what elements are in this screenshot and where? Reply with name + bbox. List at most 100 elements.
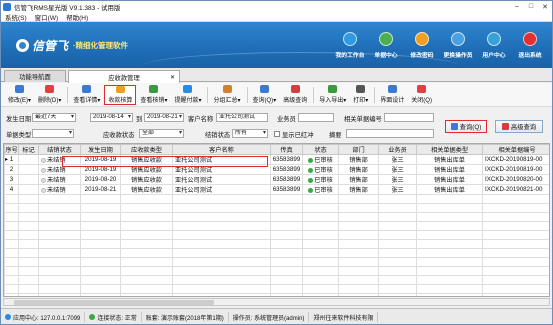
toolbar-button[interactable]: 修改(E)▾ — [5, 85, 34, 105]
ar-status-select[interactable]: 全部 — [139, 129, 184, 138]
toolbar-icon — [417, 85, 427, 93]
tab-function-nav[interactable]: 功能导航面 — [4, 70, 66, 82]
toolbar-button[interactable]: 导入导出▾ — [316, 85, 349, 105]
cell-value: IXCKD-20190819-00 — [485, 166, 543, 173]
customer-input[interactable]: 亚托公司测试 — [216, 113, 268, 122]
cell-value: 销售应收款 — [131, 187, 162, 194]
empty-cell — [482, 248, 549, 258]
table-cell: 2019-08-21 — [80, 184, 121, 195]
writeoff-select[interactable]: 所有 — [232, 129, 268, 138]
empty-cell — [4, 257, 19, 267]
clerk-input[interactable] — [298, 113, 334, 122]
column-header[interactable]: 发生日期 — [80, 144, 121, 155]
empty-cell — [302, 239, 339, 249]
empty-cell — [378, 257, 417, 267]
table-cell: 销售出库单 — [416, 164, 483, 175]
minimize-button[interactable]: – — [510, 3, 524, 10]
banner-nav-item[interactable]: 单据中心 — [368, 22, 404, 68]
table-cell: 3 — [4, 174, 19, 185]
column-header[interactable]: 相关单据类型 — [416, 144, 483, 155]
column-header[interactable]: 业务员 — [378, 144, 417, 155]
table-cell: ▸ 1 — [4, 154, 19, 165]
column-header[interactable]: 客户名称 — [172, 144, 271, 155]
tab-receivables[interactable]: 应收款管理 ✕ — [68, 70, 180, 83]
empty-row — [4, 275, 549, 285]
empty-cell — [38, 293, 81, 296]
empty-cell — [172, 239, 271, 249]
chevron-down-icon: ▾ — [164, 98, 168, 104]
empty-cell — [270, 230, 303, 240]
toolbar-button[interactable]: 删除(D)▾ — [35, 85, 64, 105]
date-from-input[interactable]: 2019-08-14 — [90, 113, 133, 122]
column-header[interactable]: 状态 — [302, 144, 339, 155]
banner-nav-item[interactable]: 更换操作员 — [440, 22, 476, 68]
empty-cell — [416, 284, 483, 294]
empty-cell — [18, 284, 39, 294]
query-button[interactable]: 查询(Q) — [445, 120, 487, 133]
toolbar-button[interactable]: 关闭(Q) — [408, 85, 435, 105]
column-header[interactable]: 相关单据编号 — [482, 144, 549, 155]
toolbar-button[interactable]: 查询(Q)▾ — [250, 85, 280, 105]
toolbar-button[interactable]: 查看详情▾ — [70, 85, 103, 105]
empty-cell — [338, 203, 379, 213]
toolbar-button[interactable]: 收款核算 — [104, 84, 137, 105]
toolbar-button[interactable]: 界面设计 — [377, 85, 407, 105]
doc-type-select[interactable] — [32, 129, 74, 138]
show-reversed-checkbox[interactable] — [274, 131, 280, 137]
cell-value: 销售应收款 — [131, 177, 162, 184]
toolbar-button[interactable]: 高级查询 — [280, 85, 310, 105]
empty-cell — [302, 275, 339, 285]
empty-cell — [338, 293, 379, 296]
toolbar-label: 查询(Q) — [252, 98, 274, 104]
column-header[interactable]: 部门 — [338, 144, 379, 155]
advanced-query-button[interactable]: 高级查询 — [495, 120, 543, 133]
empty-cell — [4, 194, 19, 204]
toolbar-button[interactable]: 分组汇总▾ — [210, 85, 243, 105]
empty-cell — [120, 293, 173, 296]
menu-window[interactable]: 窗口(W) — [35, 12, 58, 22]
empty-cell — [378, 221, 417, 231]
cell-value: 1 — [9, 156, 14, 163]
summary-input[interactable] — [346, 129, 434, 138]
empty-cell — [172, 293, 271, 296]
column-header[interactable]: 应收款类型 — [120, 144, 173, 155]
empty-cell — [120, 266, 173, 276]
date-to-input[interactable]: 2019-08-21 — [144, 113, 184, 122]
date-range-select[interactable]: 最近7天 — [32, 113, 76, 122]
column-header[interactable]: 结销状态 — [38, 144, 81, 155]
empty-cell — [4, 221, 19, 231]
empty-cell — [80, 293, 121, 296]
column-header[interactable]: 传真 — [270, 144, 303, 155]
menu-system[interactable]: 系统(S) — [5, 12, 27, 22]
table-header-row: 序号 标记 结销状态 发生日期 应收款类型 客户名称 传真 状态 部门 业务员 相关单据类型 相关单据… — [4, 144, 549, 155]
ref-no-input[interactable] — [384, 113, 434, 122]
banner-nav-item[interactable]: 修改密码 — [404, 22, 440, 68]
logo-icon — [16, 39, 29, 52]
toolbar-separator — [67, 86, 69, 103]
cell-value: 已审核 — [314, 177, 333, 184]
tab-close-icon[interactable]: ✕ — [170, 74, 175, 81]
toolbar-label: 关闭(Q) — [411, 98, 432, 104]
column-header[interactable]: 序号 — [4, 144, 19, 155]
status-text: 郑州往来软件科技有限 — [313, 315, 374, 322]
empty-cell — [482, 266, 549, 276]
maximize-button[interactable]: □ — [524, 3, 538, 10]
table-row[interactable]: 4 未结销 2019-08-21 销售应收款 亚托公司测试 63583899 已审核 销售部 张… — [4, 184, 549, 195]
horizontal-scrollbar[interactable] — [3, 298, 550, 306]
banner-nav-icon — [523, 31, 537, 46]
banner-nav-item[interactable]: 用户中心 — [476, 22, 512, 68]
scroll-thumb[interactable] — [14, 300, 214, 305]
toolbar-button[interactable]: 查看核销▾ — [137, 85, 170, 105]
empty-cell — [120, 275, 173, 285]
table-row[interactable]: 3 未结销 2019-08-20 销售应收款 亚托公司测试 63583899 已审核 销售部 张… — [4, 174, 549, 185]
banner-nav-item[interactable]: 我的工作台 — [332, 22, 368, 68]
banner-nav-label: 修改密码 — [410, 52, 434, 59]
empty-cell — [18, 212, 39, 222]
column-header[interactable]: 标记 — [18, 144, 39, 155]
toolbar-button[interactable]: 打印▾ — [350, 85, 371, 105]
menu-help[interactable]: 帮助(H) — [66, 12, 88, 22]
empty-cell — [302, 284, 339, 294]
toolbar-button[interactable]: 提醒付款▾ — [171, 85, 204, 105]
close-button[interactable]: ✕ — [538, 3, 552, 11]
banner-nav-item[interactable]: 退出系统 — [512, 22, 548, 68]
